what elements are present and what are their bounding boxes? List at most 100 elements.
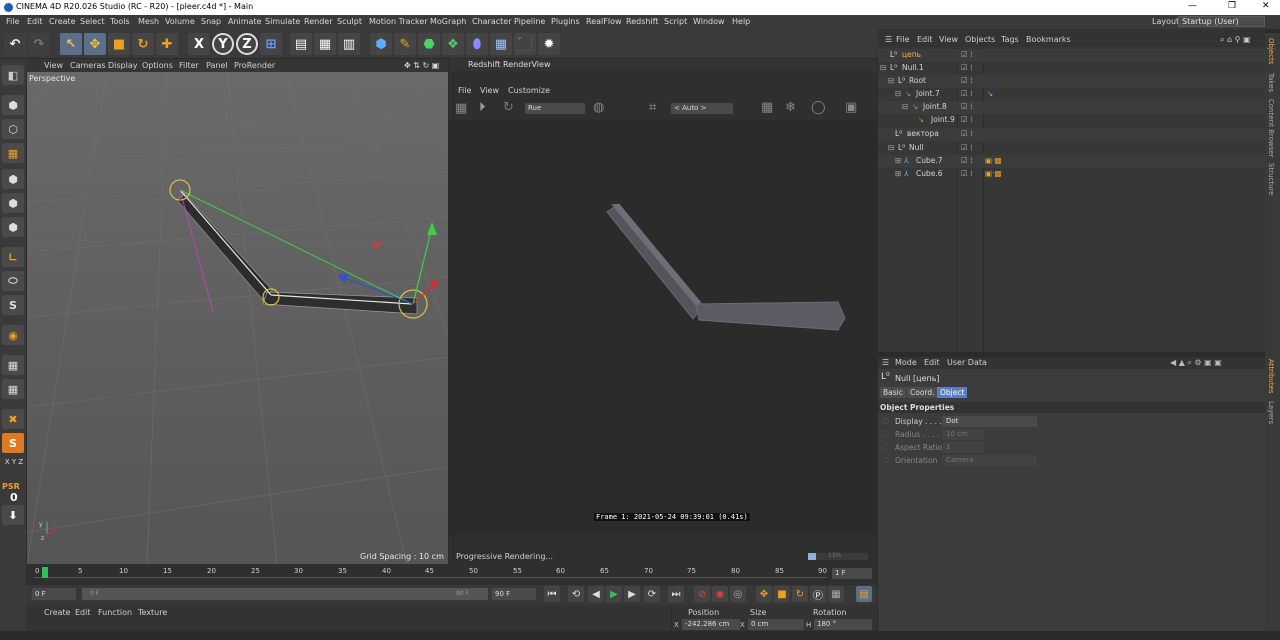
menu-tools[interactable]: Tools: [110, 17, 130, 26]
side-tab-content-browser[interactable]: Content Browser: [1267, 99, 1275, 157]
menu-snap[interactable]: Snap: [201, 17, 221, 26]
anim-dot-icon[interactable]: ◌: [882, 416, 889, 425]
om-visibility-icon[interactable]: ☑ ⁞: [961, 115, 973, 124]
play-icon[interactable]: ▶: [606, 586, 622, 602]
radius-field[interactable]: 10 cm: [942, 429, 984, 440]
om-visibility-icon[interactable]: ☑ ⁞: [961, 50, 973, 59]
cube-icon[interactable]: ⬢: [370, 33, 392, 55]
model-mode-icon[interactable]: ⬢: [2, 95, 24, 115]
circle-icon[interactable]: ◯: [811, 100, 826, 115]
viewport-menu-filter[interactable]: Filter: [179, 61, 199, 70]
camera-select[interactable]: < Auto >: [671, 103, 733, 114]
om-menu-file[interactable]: File: [896, 35, 909, 44]
mat-menu-function[interactable]: Function: [98, 608, 132, 617]
menu-edit[interactable]: Edit: [27, 17, 43, 26]
render-settings-icon[interactable]: ▥: [338, 33, 360, 55]
current-frame-field[interactable]: 0 F: [32, 588, 76, 600]
menu-plugins[interactable]: Plugins: [551, 17, 580, 26]
coordinate-system-icon[interactable]: ⊞: [260, 33, 282, 55]
side-tab-takes[interactable]: Takes: [1267, 73, 1275, 92]
menu-render[interactable]: Render: [304, 17, 332, 26]
menu-window[interactable]: Window: [693, 17, 725, 26]
pen-icon[interactable]: ✎: [394, 33, 416, 55]
frame-range-slider[interactable]: 0 F 90 F: [82, 588, 488, 600]
menu-mograph[interactable]: MoGraph: [430, 17, 466, 26]
next-frame-icon[interactable]: ▶: [624, 586, 640, 602]
expand-icon[interactable]: ⊟: [888, 143, 894, 152]
camera-icon[interactable]: ⬛: [514, 33, 536, 55]
size-x-field[interactable]: 0 cm: [748, 619, 804, 630]
mat-menu-create[interactable]: Create: [44, 608, 71, 617]
attr-tab-coord[interactable]: Coord.: [907, 387, 938, 398]
om-search-nav-icons[interactable]: ⌕ ⌂ ⚲ ▣: [1220, 35, 1251, 45]
deformer-icon[interactable]: ⬮: [466, 33, 488, 55]
menu-sculpt[interactable]: Sculpt: [337, 17, 362, 26]
go-to-end-icon[interactable]: ⏭: [668, 586, 684, 602]
attr-menu-edit[interactable]: Edit: [924, 358, 940, 367]
side-tab-attributes[interactable]: Attributes: [1267, 359, 1275, 394]
menu-create[interactable]: Create: [49, 17, 76, 26]
render-canvas[interactable]: [453, 122, 872, 534]
snap-toggle-button[interactable]: S: [2, 295, 24, 315]
next-key-icon[interactable]: ⟳: [644, 586, 660, 602]
om-row-joint7[interactable]: ⊟ ↘ Joint.7 ☑ ⁞ ↘: [878, 88, 1265, 101]
material-tag-icon[interactable]: ▣·▩: [985, 156, 1002, 165]
om-menu-edit[interactable]: Edit: [917, 35, 933, 44]
viewport-menu-panel[interactable]: Panel: [206, 61, 228, 70]
keyframe-selection-icon[interactable]: ◎: [730, 586, 746, 602]
floor-icon[interactable]: ▦: [490, 33, 512, 55]
prev-frame-icon[interactable]: ◀: [588, 586, 604, 602]
viewport-navigation-icons[interactable]: ✥ ⇅ ↻ ▣: [404, 61, 439, 70]
om-menu-file-icon[interactable]: ☰: [885, 35, 892, 44]
clapper-icon[interactable]: ▦: [455, 101, 467, 116]
expand-icon[interactable]: ⊟: [902, 102, 908, 111]
download-icon[interactable]: ⬇: [2, 505, 24, 525]
key-param-icon[interactable]: Ⓟ: [810, 586, 826, 602]
viewport-menu-prorender[interactable]: ProRender: [234, 61, 275, 70]
side-tab-layers[interactable]: Layers: [1267, 401, 1275, 424]
texture-mode-icon[interactable]: ⬡: [2, 119, 24, 139]
go-to-start-icon[interactable]: ⏮: [544, 586, 560, 602]
max-frame-field[interactable]: 90 F: [492, 588, 536, 600]
make-editable-icon[interactable]: ◧: [2, 65, 24, 85]
timeline-end-field[interactable]: 1 F: [832, 568, 872, 579]
menu-simulate[interactable]: Simulate: [265, 17, 300, 26]
anim-dot-icon[interactable]: ◌: [882, 442, 889, 451]
last-tool-icon[interactable]: ✚: [156, 33, 178, 55]
orientation-select[interactable]: Camera: [942, 455, 1037, 466]
grid-icon[interactable]: ▦: [761, 100, 773, 115]
expand-icon[interactable]: ⊟: [880, 63, 886, 72]
attr-menu-user-data[interactable]: User Data: [947, 358, 987, 367]
enable-axis-icon[interactable]: ✖: [2, 409, 24, 429]
autokey-icon[interactable]: ◉: [712, 586, 728, 602]
menu-mesh[interactable]: Mesh: [138, 17, 159, 26]
scale-icon[interactable]: ■: [108, 33, 130, 55]
refresh-icon[interactable]: ↻: [503, 100, 514, 115]
timeline-ruler[interactable]: 0 5 10 15 20 25 30 35 40 45 50 55 60 65 …: [26, 564, 877, 585]
key-pla-icon[interactable]: ▦: [828, 586, 844, 602]
om-menu-tags[interactable]: Tags: [1001, 35, 1019, 44]
om-item-name[interactable]: Root: [909, 76, 926, 85]
anim-dot-icon[interactable]: ◌: [882, 455, 889, 464]
perspective-viewport[interactable]: y z: [27, 72, 448, 564]
prev-key-icon[interactable]: ⟲: [568, 586, 584, 602]
om-row-root[interactable]: ⊟ L⁰ Root ☑ ⁞: [878, 75, 1265, 88]
play-render-icon[interactable]: ⏵: [479, 100, 486, 115]
live-selection-icon[interactable]: ↖: [60, 33, 82, 55]
om-menu-objects[interactable]: Objects: [965, 35, 995, 44]
record-icon[interactable]: ⊘: [694, 586, 710, 602]
menu-character[interactable]: Character: [472, 17, 512, 26]
om-item-name[interactable]: Joint.9: [931, 115, 955, 124]
edges-mode-icon[interactable]: ⬢: [2, 193, 24, 213]
axis-y-button[interactable]: Y: [212, 33, 234, 55]
axis-mode-icon[interactable]: ∟: [2, 247, 24, 267]
display-select[interactable]: Dot: [942, 416, 1037, 427]
solo-icon[interactable]: ▦: [2, 379, 24, 399]
om-item-name[interactable]: Cube.7: [916, 156, 943, 165]
redo-icon[interactable]: ↷: [28, 33, 50, 55]
menu-redshift[interactable]: Redshift: [626, 17, 658, 26]
layout-select[interactable]: Startup (User): [1178, 16, 1265, 27]
om-item-name[interactable]: Joint.7: [916, 89, 940, 98]
renderview-menu-file[interactable]: File: [458, 86, 471, 95]
om-item-name[interactable]: Cube.6: [916, 169, 943, 178]
